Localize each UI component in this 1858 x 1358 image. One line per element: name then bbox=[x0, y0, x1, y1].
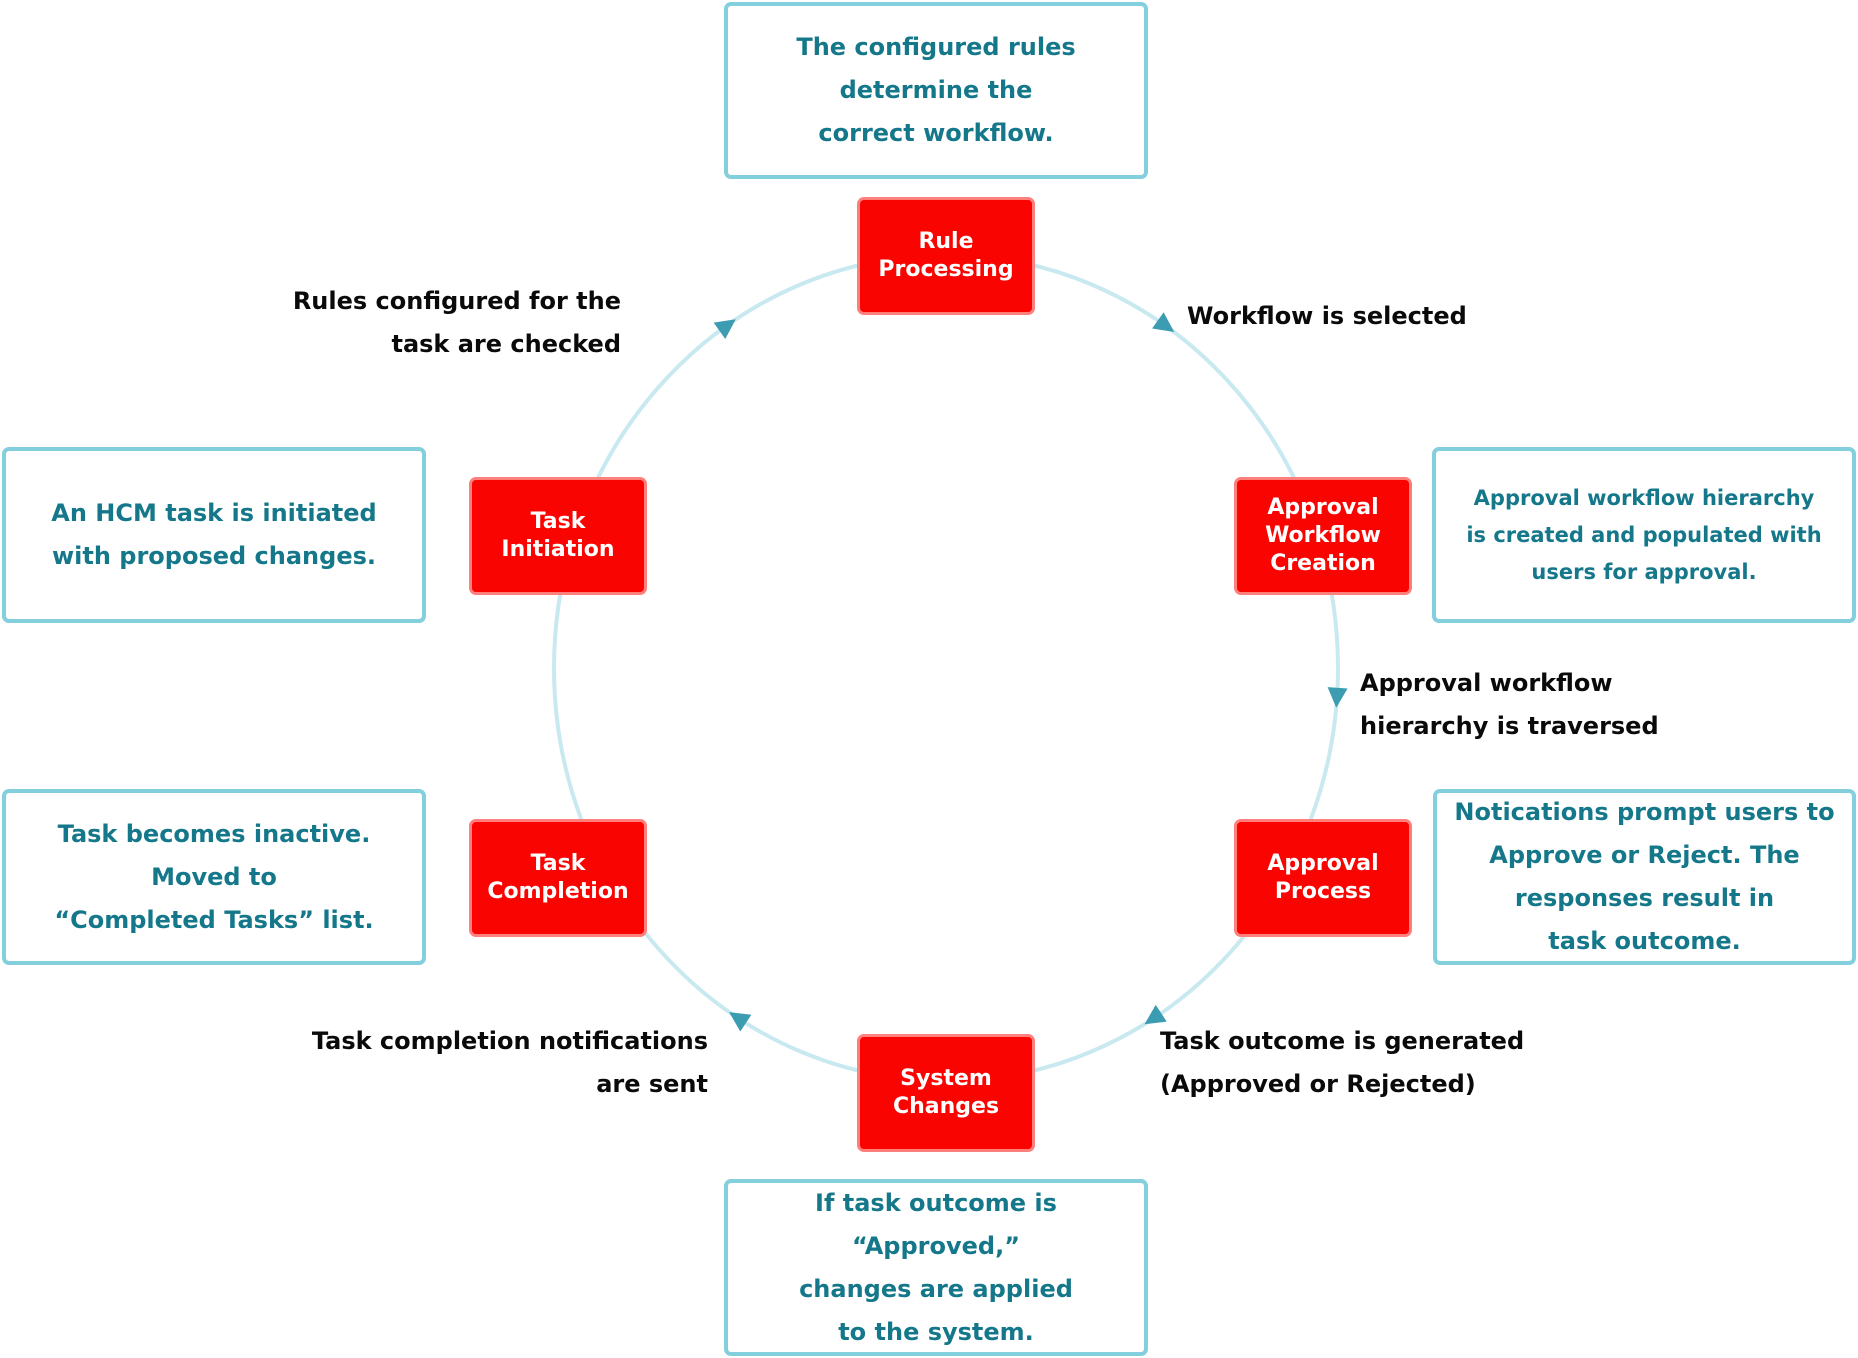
description-line: An HCM task is initiated bbox=[51, 499, 377, 527]
description-line: users for approval. bbox=[1531, 559, 1757, 584]
transition-outcome-generated: Task outcome is generated (Approved or R… bbox=[1160, 1020, 1524, 1106]
transition-line: task are checked bbox=[391, 330, 621, 358]
stage-approval-workflow-creation: Approval Workflow Creation bbox=[1234, 477, 1412, 595]
description-approval-process: Notications prompt users to Approve or R… bbox=[1433, 789, 1856, 965]
transition-line: Rules configured for the bbox=[292, 287, 621, 315]
description-line: Moved to bbox=[151, 862, 277, 891]
description-task-completion: Task becomes inactive. Moved to “Complet… bbox=[2, 789, 426, 965]
stage-label: System bbox=[900, 1066, 992, 1091]
description-line: to the system. bbox=[838, 1317, 1034, 1346]
stage-label: Changes bbox=[892, 1094, 1000, 1119]
description-line: responses result in bbox=[1514, 884, 1775, 912]
transition-line: Workflow is selected bbox=[1187, 302, 1467, 330]
description-line: “Completed Tasks” list. bbox=[54, 905, 374, 934]
description-line: Approve or Reject. The bbox=[1489, 841, 1800, 869]
transition-line: (Approved or Rejected) bbox=[1160, 1070, 1476, 1098]
stage-label: Task bbox=[530, 851, 586, 876]
stage-label: Completion bbox=[487, 879, 629, 904]
description-approval-workflow-creation: Approval workflow hierarchy is created a… bbox=[1432, 447, 1856, 623]
transition-line: Approval workflow bbox=[1360, 669, 1613, 697]
stage-approval-process: Approval Process bbox=[1234, 819, 1412, 937]
stage-label: Processing bbox=[878, 257, 1014, 282]
arrow-completion-notifications-icon bbox=[729, 1012, 752, 1032]
arrow-workflow-selected-icon bbox=[1152, 312, 1175, 332]
description-line: is created and populated with bbox=[1466, 522, 1822, 547]
transition-rules-checked: Rules configured for the task are checke… bbox=[293, 280, 621, 366]
description-line: If task outcome is “Approved,” bbox=[815, 1188, 1057, 1260]
stage-task-completion: Task Completion bbox=[469, 819, 647, 937]
stage-label: Rule bbox=[918, 229, 974, 254]
stage-label: Approval bbox=[1267, 495, 1379, 520]
stage-system-changes: System Changes bbox=[857, 1034, 1035, 1152]
transition-completion-notifications: Task completion notifications are sent bbox=[312, 1020, 708, 1106]
stage-label: Process bbox=[1274, 879, 1372, 904]
description-line: task outcome. bbox=[1548, 927, 1741, 955]
stage-label: Task bbox=[530, 509, 586, 534]
description-task-initiation: An HCM task is initiated with proposed c… bbox=[2, 447, 426, 623]
description-system-changes: If task outcome is “Approved,” changes a… bbox=[724, 1179, 1148, 1356]
transition-workflow-selected: Workflow is selected bbox=[1187, 295, 1467, 338]
stage-label: Initiation bbox=[501, 537, 615, 562]
transition-line: hierarchy is traversed bbox=[1360, 712, 1659, 740]
description-line: Notications prompt users to bbox=[1454, 798, 1835, 826]
description-line: with proposed changes. bbox=[51, 542, 377, 570]
cycle-path bbox=[552, 253, 1340, 1083]
stage-task-initiation: Task Initiation bbox=[469, 477, 647, 595]
description-line: determine the bbox=[839, 76, 1033, 104]
description-line: Approval workflow hierarchy bbox=[1473, 485, 1815, 510]
transition-line: Task completion notifications bbox=[311, 1027, 708, 1055]
description-line: changes are applied bbox=[799, 1274, 1073, 1303]
stage-rule-processing: Rule Processing bbox=[857, 197, 1035, 315]
stage-label: Approval bbox=[1267, 851, 1379, 876]
transition-line: Task outcome is generated bbox=[1160, 1027, 1525, 1055]
description-line: Task becomes inactive. bbox=[57, 819, 371, 848]
description-line: correct workflow. bbox=[818, 119, 1054, 147]
stage-label: Workflow bbox=[1265, 523, 1381, 548]
arrow-hierarchy-traversed-icon bbox=[1327, 687, 1348, 708]
stage-label: Creation bbox=[1270, 551, 1376, 576]
description-rule-processing: The configured rules determine the corre… bbox=[724, 2, 1148, 179]
transition-hierarchy-traversed: Approval workflow hierarchy is traversed bbox=[1360, 662, 1659, 748]
description-line: The configured rules bbox=[796, 33, 1076, 61]
transition-line: are sent bbox=[596, 1070, 708, 1098]
arrow-rules-checked-icon bbox=[713, 319, 736, 339]
